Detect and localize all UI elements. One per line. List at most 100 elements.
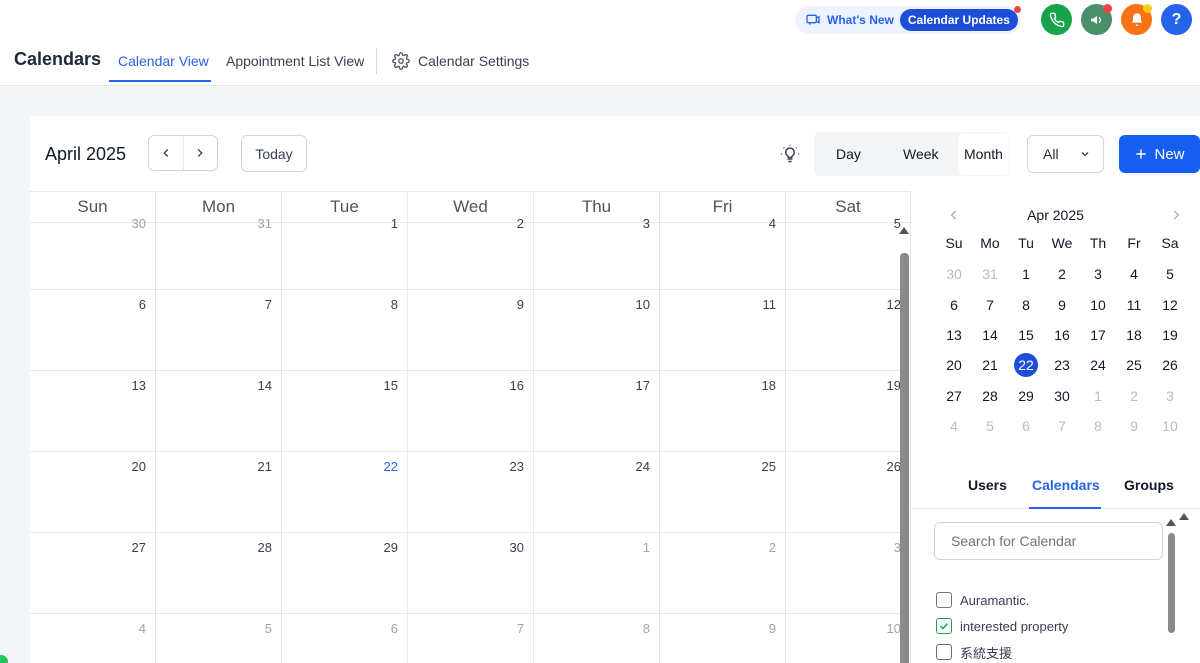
mini-day[interactable]: 10 (1080, 289, 1116, 319)
mini-day[interactable]: 15 (1008, 320, 1044, 350)
day-cell[interactable]: 25 (660, 452, 786, 533)
mini-prev-chevron-icon[interactable] (947, 207, 961, 223)
day-cell[interactable]: 31 (156, 209, 282, 290)
tab-calendar-settings[interactable]: Calendar Settings (392, 52, 529, 70)
calendar-checkbox[interactable] (936, 644, 952, 660)
mini-day[interactable]: 9 (1116, 411, 1152, 441)
day-cell[interactable]: 23 (408, 452, 534, 533)
tab-calendars[interactable]: Calendars (1032, 477, 1100, 493)
mini-day[interactable]: 6 (936, 289, 972, 319)
mini-day[interactable]: 1 (1080, 381, 1116, 411)
mini-day[interactable]: 3 (1080, 259, 1116, 289)
day-cell[interactable]: 1 (282, 209, 408, 290)
day-cell[interactable]: 9 (408, 290, 534, 371)
view-month-button[interactable]: Month (964, 146, 1003, 162)
day-cell[interactable]: 30 (408, 533, 534, 614)
mini-day[interactable]: 8 (1080, 411, 1116, 441)
mini-day[interactable]: 28 (972, 381, 1008, 411)
whats-new-banner[interactable]: What's New Calendar Updates (795, 6, 1021, 34)
scroll-up-arrow-icon[interactable] (899, 227, 909, 234)
mini-day[interactable]: 30 (1044, 381, 1080, 411)
day-cell[interactable]: 11 (660, 290, 786, 371)
day-cell[interactable]: 12 (786, 290, 911, 371)
day-cell[interactable]: 24 (534, 452, 660, 533)
day-cell[interactable]: 4 (30, 614, 156, 663)
mini-day[interactable]: 20 (936, 350, 972, 380)
mini-day[interactable]: 5 (972, 411, 1008, 441)
mini-next-chevron-icon[interactable] (1169, 207, 1183, 223)
view-day-button[interactable]: Day (836, 146, 861, 162)
calendar-checkbox[interactable] (936, 618, 952, 634)
mini-day[interactable]: 26 (1152, 350, 1188, 380)
mini-day[interactable]: 27 (936, 381, 972, 411)
day-cell[interactable]: 18 (660, 371, 786, 452)
tab-groups[interactable]: Groups (1124, 477, 1174, 493)
mini-day[interactable]: 24 (1080, 350, 1116, 380)
day-cell[interactable]: 28 (156, 533, 282, 614)
day-cell[interactable]: 8 (534, 614, 660, 663)
mini-day[interactable]: 10 (1152, 411, 1188, 441)
day-cell[interactable]: 4 (660, 209, 786, 290)
calendar-list-item[interactable]: Auramantic. (936, 587, 1068, 613)
day-cell[interactable]: 6 (282, 614, 408, 663)
mini-day[interactable]: 8 (1008, 289, 1044, 319)
mini-day[interactable]: 7 (1044, 411, 1080, 441)
mini-day[interactable]: 7 (972, 289, 1008, 319)
chat-widget-icon[interactable] (0, 655, 8, 663)
tips-button[interactable] (780, 144, 800, 169)
calendar-list-scrollbar[interactable] (1164, 513, 1178, 663)
day-cell[interactable]: 21 (156, 452, 282, 533)
day-cell[interactable]: 15 (282, 371, 408, 452)
mini-day[interactable]: 17 (1080, 320, 1116, 350)
day-cell[interactable]: 3 (786, 533, 911, 614)
next-month-button[interactable] (184, 136, 218, 170)
day-cell[interactable]: 6 (30, 290, 156, 371)
mini-day[interactable]: 4 (1116, 259, 1152, 289)
mini-day[interactable]: 1 (1008, 259, 1044, 289)
mini-day[interactable]: 2 (1044, 259, 1080, 289)
scroll-up-arrow-icon[interactable] (1166, 519, 1176, 526)
mini-day[interactable]: 19 (1152, 320, 1188, 350)
today-button[interactable]: Today (241, 135, 307, 172)
help-button[interactable]: ? (1161, 4, 1192, 35)
day-cell[interactable]: 2 (408, 209, 534, 290)
new-appointment-button[interactable]: New (1119, 135, 1200, 173)
calendar-list-item[interactable]: 系統支援 (936, 639, 1068, 663)
mini-day[interactable]: 29 (1008, 381, 1044, 411)
megaphone-button[interactable] (1081, 4, 1112, 35)
tab-appointment-list-view[interactable]: Appointment List View (226, 53, 364, 69)
mini-day[interactable]: 25 (1116, 350, 1152, 380)
grid-scrollbar[interactable] (898, 223, 911, 663)
mini-day[interactable]: 22 (1008, 350, 1044, 380)
view-week-button[interactable]: Week (903, 146, 939, 162)
panel-scroll-up-arrow-icon[interactable] (1179, 513, 1189, 520)
mini-day[interactable]: 4 (936, 411, 972, 441)
scroll-thumb[interactable] (900, 253, 909, 663)
tab-users[interactable]: Users (968, 477, 1007, 493)
day-cell[interactable]: 19 (786, 371, 911, 452)
tab-calendar-view[interactable]: Calendar View (118, 53, 209, 69)
day-cell[interactable]: 5 (786, 209, 911, 290)
day-cell[interactable]: 27 (30, 533, 156, 614)
prev-month-button[interactable] (149, 136, 184, 170)
mini-day[interactable]: 9 (1044, 289, 1080, 319)
notifications-button[interactable] (1121, 4, 1152, 35)
mini-day[interactable]: 13 (936, 320, 972, 350)
day-cell[interactable]: 20 (30, 452, 156, 533)
day-cell[interactable]: 7 (156, 290, 282, 371)
day-cell[interactable]: 10 (786, 614, 911, 663)
mini-day[interactable]: 6 (1008, 411, 1044, 441)
day-cell[interactable]: 14 (156, 371, 282, 452)
filter-select[interactable]: All (1027, 135, 1104, 173)
day-cell[interactable]: 10 (534, 290, 660, 371)
day-cell[interactable]: 17 (534, 371, 660, 452)
phone-button[interactable] (1041, 4, 1072, 35)
day-cell[interactable]: 3 (534, 209, 660, 290)
mini-day[interactable]: 14 (972, 320, 1008, 350)
mini-day[interactable]: 18 (1116, 320, 1152, 350)
day-cell[interactable]: 13 (30, 371, 156, 452)
day-cell[interactable]: 30 (30, 209, 156, 290)
mini-day[interactable]: 21 (972, 350, 1008, 380)
day-cell[interactable]: 9 (660, 614, 786, 663)
mini-day[interactable]: 31 (972, 259, 1008, 289)
